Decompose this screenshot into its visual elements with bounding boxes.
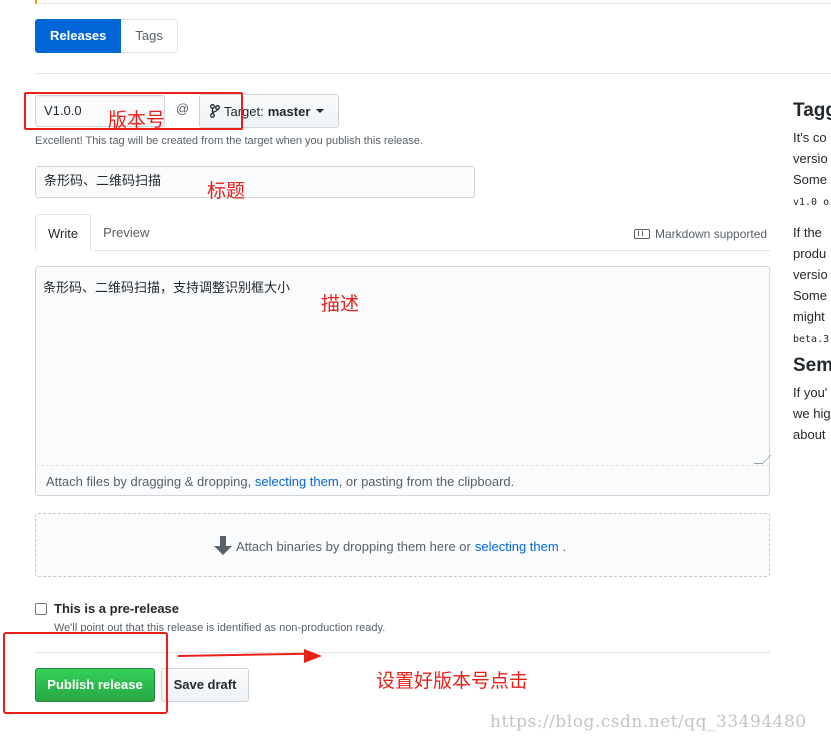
sidebar-line: If the bbox=[793, 225, 822, 240]
annotation-box-publish bbox=[3, 632, 168, 714]
sidebar-line: about bbox=[793, 427, 826, 442]
tagging-sidebar: Tagg It's co versio Some v1.0 o If the p… bbox=[793, 100, 831, 445]
annotation-version: 版本号 bbox=[108, 109, 166, 131]
watermark: https://blog.csdn.net/qq_33494480 bbox=[490, 712, 807, 732]
markdown-icon bbox=[634, 229, 650, 239]
sidebar-line: Some bbox=[793, 172, 827, 187]
annotation-description: 描述 bbox=[321, 293, 360, 315]
sidebar-heading-semantic: Sem bbox=[793, 355, 831, 376]
sidebar-heading-tagging: Tagg bbox=[793, 100, 831, 121]
target-branch-name: master bbox=[267, 103, 311, 119]
arrow-head-icon bbox=[304, 649, 322, 663]
attach-divider bbox=[36, 465, 769, 466]
binaries-hint: Attach binaries by dropping them here or… bbox=[214, 536, 566, 556]
binaries-suffix: . bbox=[562, 538, 567, 554]
sidebar-line: produ bbox=[793, 246, 827, 261]
attach-prefix: Attach files by dragging & dropping, bbox=[46, 474, 255, 489]
chevron-down-icon bbox=[316, 109, 325, 113]
editor-tab-divider bbox=[94, 250, 770, 251]
sidebar-code: v1.0 o bbox=[793, 197, 830, 208]
sidebar-code: beta.3 bbox=[793, 334, 830, 345]
header-divider bbox=[35, 73, 831, 74]
sidebar-line: If you' bbox=[793, 385, 828, 400]
annotation-arrow bbox=[177, 652, 308, 657]
save-draft-button[interactable]: Save draft bbox=[161, 668, 249, 702]
sidebar-line: versio bbox=[793, 267, 828, 282]
prerelease-label[interactable]: This is a pre-release bbox=[54, 601, 179, 616]
attach-suffix: , or pasting from the clipboard. bbox=[338, 474, 515, 489]
tag-note: Excellent! This tag will be created from… bbox=[35, 135, 424, 147]
tab-tags[interactable]: Tags bbox=[121, 19, 178, 53]
attach-select-link[interactable]: selecting them bbox=[255, 474, 339, 489]
markdown-supported[interactable]: Markdown supported bbox=[634, 227, 767, 241]
release-tabs: Releases Tags bbox=[35, 19, 178, 53]
tab-preview[interactable]: Preview bbox=[91, 214, 161, 251]
sidebar-line: v1.0 o bbox=[793, 190, 831, 213]
sidebar-line: beta.3 bbox=[793, 327, 831, 350]
annotation-click: 设置好版本号点击 bbox=[376, 670, 529, 692]
sidebar-line: It's co bbox=[793, 130, 827, 145]
description-text: 条形码、二维码扫描，支持调整识别框大小 bbox=[43, 281, 291, 296]
attach-files-hint: Attach files by dragging & dropping, sel… bbox=[46, 474, 514, 489]
release-title-input[interactable]: 条形码、二维码扫描 bbox=[35, 166, 475, 198]
description-textarea[interactable] bbox=[35, 266, 770, 496]
annotation-title: 标题 bbox=[207, 180, 246, 202]
top-accent bbox=[35, 0, 37, 4]
tab-write[interactable]: Write bbox=[35, 214, 92, 251]
sidebar-line: we hig bbox=[793, 406, 831, 421]
editor-tabs: Write Preview bbox=[35, 214, 161, 251]
top-border bbox=[35, 0, 831, 4]
markdown-note-label: Markdown supported bbox=[655, 227, 768, 241]
sidebar-line: versio bbox=[793, 151, 828, 166]
download-arrow-icon bbox=[214, 536, 232, 556]
prerelease-checkbox[interactable] bbox=[35, 603, 47, 615]
sidebar-line: might bbox=[793, 309, 825, 324]
tab-releases[interactable]: Releases bbox=[35, 19, 122, 53]
binaries-select-link[interactable]: selecting them bbox=[475, 539, 559, 554]
binaries-prefix: Attach binaries by dropping them here or bbox=[236, 538, 471, 554]
sidebar-line: Some bbox=[793, 288, 827, 303]
